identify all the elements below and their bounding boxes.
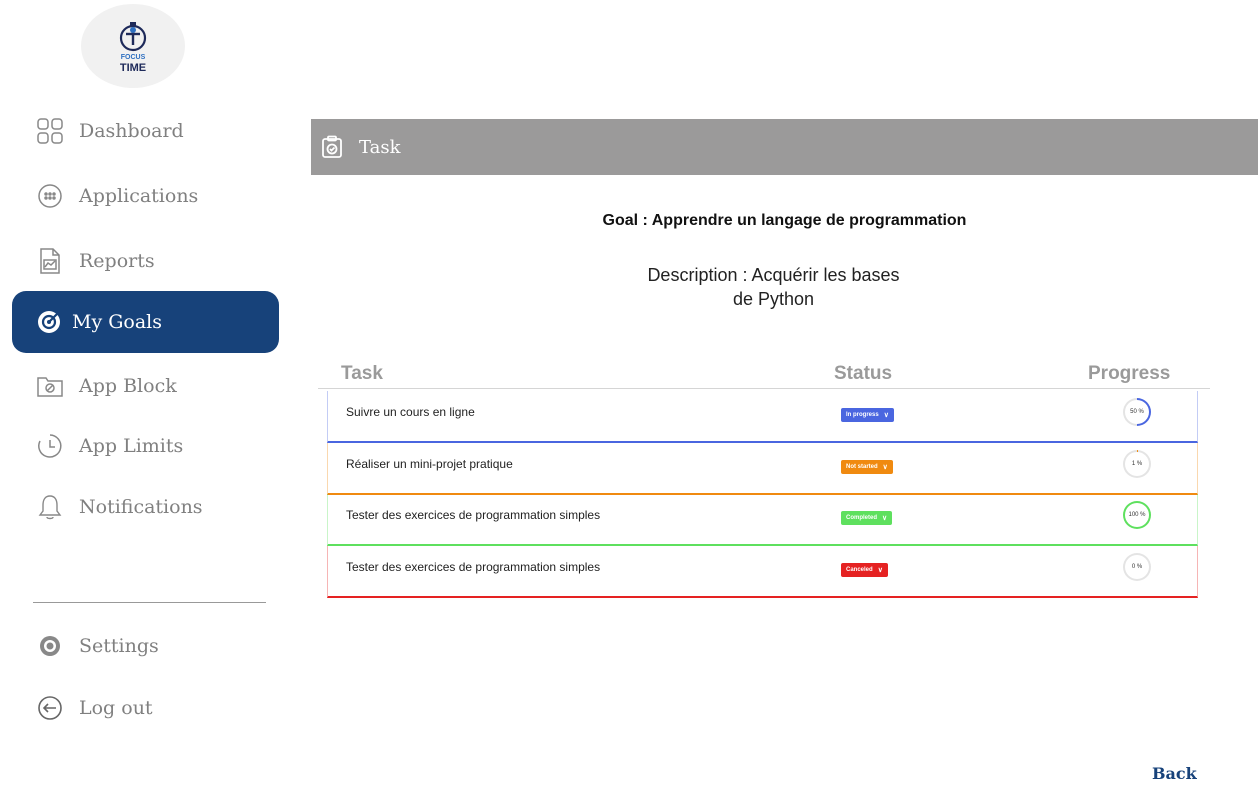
table-row[interactable]: Réaliser un mini-projet pratique Not sta… [327, 443, 1198, 495]
status-dropdown[interactable]: Completed ∨ [841, 511, 893, 525]
sidebar-item-label: Reports [79, 250, 155, 272]
sidebar-item-label: Log out [79, 697, 153, 719]
logout-icon [35, 693, 65, 723]
sidebar-item-label: Dashboard [79, 120, 184, 142]
clipboard-check-icon [321, 135, 345, 159]
task-name: Réaliser un mini-projet pratique [346, 457, 513, 471]
sidebar-item-label: Settings [79, 635, 159, 657]
column-header-status: Status [834, 363, 893, 384]
sidebar-item-app-block[interactable]: App Block [35, 366, 177, 406]
table-row[interactable]: Tester des exercices de programmation si… [327, 546, 1198, 598]
table-row[interactable]: Suivre un cours en ligne In progress ∨ 50… [327, 391, 1198, 443]
sidebar-item-label: My Goals [72, 311, 162, 333]
description-line-2: de Python [732, 289, 815, 309]
progress-value: 100 % [1125, 503, 1149, 527]
status-label: Completed [846, 515, 878, 521]
focus-time-logo: FOCUS TIME [81, 4, 185, 88]
progress-value: 50 % [1125, 400, 1149, 424]
progress-value: 0 % [1125, 555, 1149, 579]
sidebar-item-my-goals[interactable]: My Goals [12, 291, 279, 353]
sidebar-item-applications[interactable]: Applications [35, 176, 198, 216]
status-dropdown[interactable]: Not started ∨ [841, 460, 893, 474]
status-dropdown[interactable]: Canceled ∨ [841, 563, 888, 577]
progress-ring: 1 % [1123, 450, 1151, 478]
page-title: Task [359, 136, 401, 158]
goal-description: Description : Acquérir les bases de Pyth… [622, 263, 925, 311]
sidebar-item-reports[interactable]: Reports [35, 241, 155, 281]
dashboard-grid-icon [35, 116, 65, 146]
column-header-task: Task [341, 363, 383, 384]
sidebar-item-notifications[interactable]: Notifications [35, 487, 203, 527]
logo-text-line2: TIME [119, 62, 147, 74]
table-header-divider [318, 388, 1210, 389]
sidebar-item-dashboard[interactable]: Dashboard [35, 111, 184, 151]
sidebar-item-settings[interactable]: Settings [35, 626, 159, 666]
sidebar-item-label: Applications [79, 185, 199, 207]
sidebar-item-label: App Block [79, 375, 177, 397]
chevron-down-icon: ∨ [882, 464, 888, 471]
sidebar-item-label: App Limits [79, 435, 184, 457]
progress-ring: 50 % [1123, 398, 1151, 426]
sidebar-item-log-out[interactable]: Log out [35, 688, 153, 728]
reports-icon [35, 246, 65, 276]
clock-icon [35, 431, 65, 461]
table-row[interactable]: Tester des exercices de programmation si… [327, 494, 1198, 546]
stopwatch-logo-icon [119, 22, 147, 52]
applications-icon [35, 181, 65, 211]
target-icon [34, 307, 64, 337]
app-block-icon [35, 371, 65, 401]
goal-title: Goal : Apprendre un langage de programma… [602, 212, 967, 229]
task-name: Suivre un cours en ligne [346, 405, 475, 419]
progress-ring: 0 % [1123, 553, 1151, 581]
column-header-progress: Progress [1088, 363, 1171, 384]
back-button[interactable]: Back [1152, 764, 1197, 783]
gear-icon [35, 631, 65, 661]
status-label: Not started [846, 464, 878, 470]
status-label: Canceled [846, 567, 873, 573]
progress-ring: 100 % [1123, 501, 1151, 529]
task-name: Tester des exercices de programmation si… [346, 560, 601, 574]
sidebar-divider [33, 602, 266, 603]
chevron-down-icon: ∨ [883, 412, 889, 419]
progress-value: 1 % [1125, 452, 1149, 476]
chevron-down-icon: ∨ [882, 515, 888, 522]
chevron-down-icon: ∨ [877, 567, 883, 574]
status-label: In progress [846, 412, 879, 418]
sidebar-item-label: Notifications [79, 496, 203, 518]
sidebar-item-app-limits[interactable]: App Limits [35, 426, 183, 466]
task-name: Tester des exercices de programmation si… [346, 508, 601, 522]
status-dropdown[interactable]: In progress ∨ [841, 408, 894, 422]
task-header-bar: Task [311, 119, 1258, 175]
bell-icon [35, 492, 65, 522]
description-line-1: Description : Acquérir les bases [647, 265, 900, 285]
